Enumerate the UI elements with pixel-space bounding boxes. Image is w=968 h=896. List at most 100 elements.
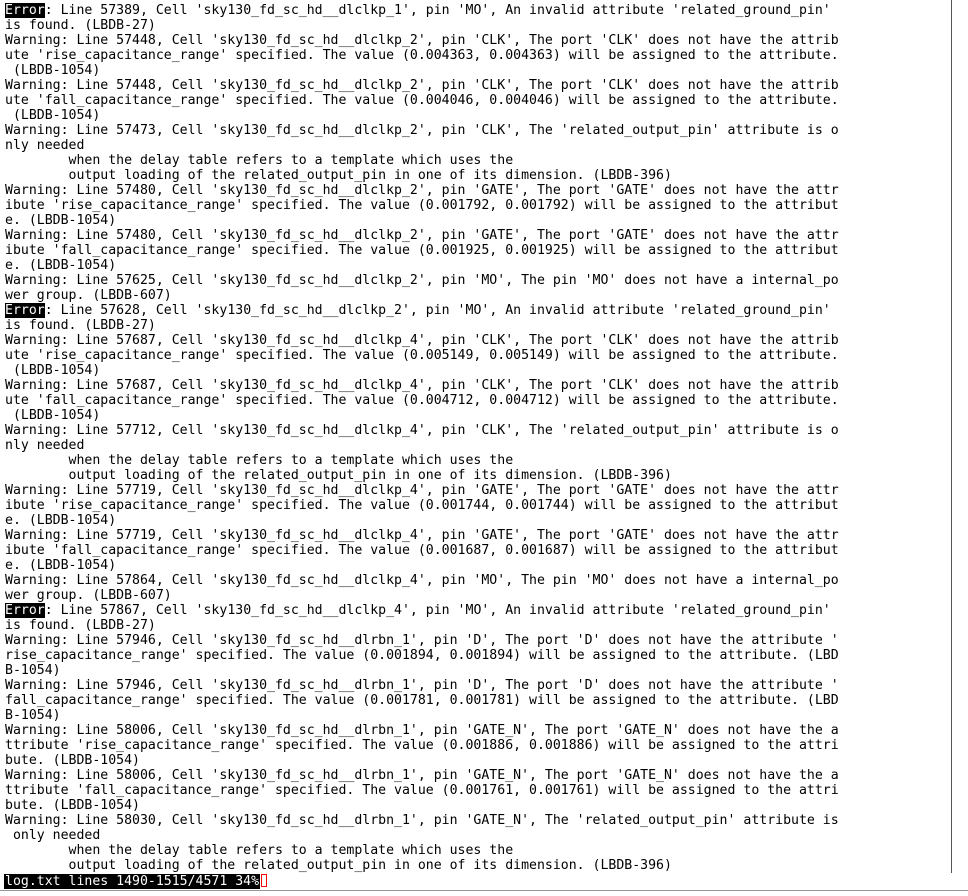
log-line-text: ttribute 'rise_capacitance_range' specif… bbox=[5, 738, 839, 753]
log-line-text: ibute 'rise_capacitance_range' specified… bbox=[5, 498, 839, 513]
log-line-text: when the delay table refers to a templat… bbox=[5, 153, 514, 168]
log-line: Warning: Line 57473, Cell 'sky130_fd_sc_… bbox=[5, 123, 951, 138]
log-line-text: Warning: Line 57480, Cell 'sky130_fd_sc_… bbox=[5, 183, 839, 198]
log-line: Warning: Line 57946, Cell 'sky130_fd_sc_… bbox=[5, 678, 951, 693]
log-line-text: Warning: Line 57687, Cell 'sky130_fd_sc_… bbox=[5, 378, 839, 393]
log-line: B-1054) bbox=[5, 663, 951, 678]
log-line: ibute 'rise_capacitance_range' specified… bbox=[5, 198, 951, 213]
log-line-text: fall_capacitance_range' specified. The v… bbox=[5, 693, 839, 708]
terminal-right-border bbox=[951, 0, 952, 873]
log-line: is found. (LBDB-27) bbox=[5, 318, 951, 333]
log-line: bute. (LBDB-1054) bbox=[5, 798, 951, 813]
log-line: (LBDB-1054) bbox=[5, 363, 951, 378]
log-line: output loading of the related_output_pin… bbox=[5, 168, 951, 183]
log-line-text: e. (LBDB-1054) bbox=[5, 558, 117, 573]
log-line: Warning: Line 57712, Cell 'sky130_fd_sc_… bbox=[5, 423, 951, 438]
log-line-text: Warning: Line 58006, Cell 'sky130_fd_sc_… bbox=[5, 723, 839, 738]
log-line-text: ibute 'fall_capacitance_range' specified… bbox=[5, 243, 839, 258]
log-line: output loading of the related_output_pin… bbox=[5, 468, 951, 483]
log-line: Warning: Line 57448, Cell 'sky130_fd_sc_… bbox=[5, 78, 951, 93]
log-line-error: Error: Line 57628, Cell 'sky130_fd_sc_hd… bbox=[5, 303, 951, 318]
log-line: ibute 'fall_capacitance_range' specified… bbox=[5, 543, 951, 558]
log-line: Warning: Line 58006, Cell 'sky130_fd_sc_… bbox=[5, 723, 951, 738]
log-line: (LBDB-1054) bbox=[5, 108, 951, 123]
log-line-text: ute 'rise_capacitance_range' specified. … bbox=[5, 48, 839, 63]
log-line-text: Warning: Line 57719, Cell 'sky130_fd_sc_… bbox=[5, 483, 839, 498]
log-line-text: ttribute 'fall_capacitance_range' specif… bbox=[5, 783, 839, 798]
log-line: fall_capacitance_range' specified. The v… bbox=[5, 693, 951, 708]
log-line-text: nly needed bbox=[5, 438, 85, 453]
log-line-text: Warning: Line 58006, Cell 'sky130_fd_sc_… bbox=[5, 768, 839, 783]
log-line-text: e. (LBDB-1054) bbox=[5, 258, 117, 273]
log-line: wer group. (LBDB-607) bbox=[5, 588, 951, 603]
log-line-text: output loading of the related_output_pin… bbox=[5, 468, 672, 483]
log-line-text: Warning: Line 57480, Cell 'sky130_fd_sc_… bbox=[5, 228, 839, 243]
log-line: Warning: Line 57687, Cell 'sky130_fd_sc_… bbox=[5, 378, 951, 393]
log-line: ibute 'fall_capacitance_range' specified… bbox=[5, 243, 951, 258]
log-line: ute 'fall_capacitance_range' specified. … bbox=[5, 93, 951, 108]
log-line-text: ibute 'fall_capacitance_range' specified… bbox=[5, 543, 839, 558]
text-cursor[interactable] bbox=[261, 874, 268, 887]
pager-status-bar: log.txt lines 1490-1515/4571 34% bbox=[4, 874, 268, 889]
log-line: Warning: Line 57719, Cell 'sky130_fd_sc_… bbox=[5, 483, 951, 498]
log-line-text: Warning: Line 57687, Cell 'sky130_fd_sc_… bbox=[5, 333, 839, 348]
log-line: Warning: Line 58006, Cell 'sky130_fd_sc_… bbox=[5, 768, 951, 783]
log-line: nly needed bbox=[5, 438, 951, 453]
log-line: Warning: Line 57625, Cell 'sky130_fd_sc_… bbox=[5, 273, 951, 288]
log-line-text: : Line 57867, Cell 'sky130_fd_sc_hd__dlc… bbox=[44, 603, 831, 618]
log-line-text: (LBDB-1054) bbox=[5, 363, 101, 378]
log-line-text: ibute 'rise_capacitance_range' specified… bbox=[5, 198, 839, 213]
log-line-text: (LBDB-1054) bbox=[5, 408, 101, 423]
log-line-text: nly needed bbox=[5, 138, 85, 153]
log-line-text: Warning: Line 57473, Cell 'sky130_fd_sc_… bbox=[5, 123, 839, 138]
log-line-text: Warning: Line 57712, Cell 'sky130_fd_sc_… bbox=[5, 423, 839, 438]
log-line-text: when the delay table refers to a templat… bbox=[5, 843, 514, 858]
log-line-text: wer group. (LBDB-607) bbox=[5, 588, 172, 603]
log-line: ute 'rise_capacitance_range' specified. … bbox=[5, 48, 951, 63]
log-line-text: Warning: Line 57946, Cell 'sky130_fd_sc_… bbox=[5, 678, 839, 693]
log-line-text: bute. (LBDB-1054) bbox=[5, 798, 140, 813]
log-line-text: : Line 57628, Cell 'sky130_fd_sc_hd__dlc… bbox=[44, 303, 831, 318]
log-line: rise_capacitance_range' specified. The v… bbox=[5, 648, 951, 663]
log-line: when the delay table refers to a templat… bbox=[5, 843, 951, 858]
log-line: Warning: Line 57687, Cell 'sky130_fd_sc_… bbox=[5, 333, 951, 348]
log-line: only needed bbox=[5, 828, 951, 843]
log-line-text: B-1054) bbox=[5, 708, 61, 723]
log-line: Warning: Line 57946, Cell 'sky130_fd_sc_… bbox=[5, 633, 951, 648]
log-line: ttribute 'rise_capacitance_range' specif… bbox=[5, 738, 951, 753]
log-line: Warning: Line 57480, Cell 'sky130_fd_sc_… bbox=[5, 183, 951, 198]
log-line-text: bute. (LBDB-1054) bbox=[5, 753, 140, 768]
log-line-text: output loading of the related_output_pin… bbox=[5, 168, 672, 183]
log-line: when the delay table refers to a templat… bbox=[5, 453, 951, 468]
log-line: wer group. (LBDB-607) bbox=[5, 288, 951, 303]
log-line: when the delay table refers to a templat… bbox=[5, 153, 951, 168]
log-line-text: Warning: Line 57448, Cell 'sky130_fd_sc_… bbox=[5, 33, 839, 48]
log-line: bute. (LBDB-1054) bbox=[5, 753, 951, 768]
log-line-text: B-1054) bbox=[5, 663, 61, 678]
log-line-text: ute 'rise_capacitance_range' specified. … bbox=[5, 348, 839, 363]
log-line: Warning: Line 57448, Cell 'sky130_fd_sc_… bbox=[5, 33, 951, 48]
log-line: Warning: Line 57480, Cell 'sky130_fd_sc_… bbox=[5, 228, 951, 243]
pager-status-text: log.txt lines 1490-1515/4571 34% bbox=[4, 874, 261, 889]
log-line: is found. (LBDB-27) bbox=[5, 618, 951, 633]
log-line-text: only needed bbox=[5, 828, 101, 843]
error-tag: Error bbox=[5, 603, 45, 618]
log-line-error: Error: Line 57389, Cell 'sky130_fd_sc_hd… bbox=[5, 3, 951, 18]
log-line: (LBDB-1054) bbox=[5, 63, 951, 78]
log-line-text: Warning: Line 57448, Cell 'sky130_fd_sc_… bbox=[5, 78, 839, 93]
log-line: e. (LBDB-1054) bbox=[5, 213, 951, 228]
log-line-text: e. (LBDB-1054) bbox=[5, 513, 117, 528]
log-line: Warning: Line 57719, Cell 'sky130_fd_sc_… bbox=[5, 528, 951, 543]
log-line-text: is found. (LBDB-27) bbox=[5, 618, 156, 633]
log-line: ute 'rise_capacitance_range' specified. … bbox=[5, 348, 951, 363]
error-tag: Error bbox=[5, 303, 45, 318]
log-output: Error: Line 57389, Cell 'sky130_fd_sc_hd… bbox=[5, 3, 951, 873]
log-line-text: (LBDB-1054) bbox=[5, 63, 101, 78]
log-line-text: output loading of the related_output_pin… bbox=[5, 858, 672, 873]
log-line-text: wer group. (LBDB-607) bbox=[5, 288, 172, 303]
log-line: e. (LBDB-1054) bbox=[5, 513, 951, 528]
log-line: is found. (LBDB-27) bbox=[5, 18, 951, 33]
bottom-divider bbox=[0, 890, 968, 891]
terminal-window[interactable]: Error: Line 57389, Cell 'sky130_fd_sc_hd… bbox=[0, 0, 968, 896]
log-line-text: (LBDB-1054) bbox=[5, 108, 101, 123]
